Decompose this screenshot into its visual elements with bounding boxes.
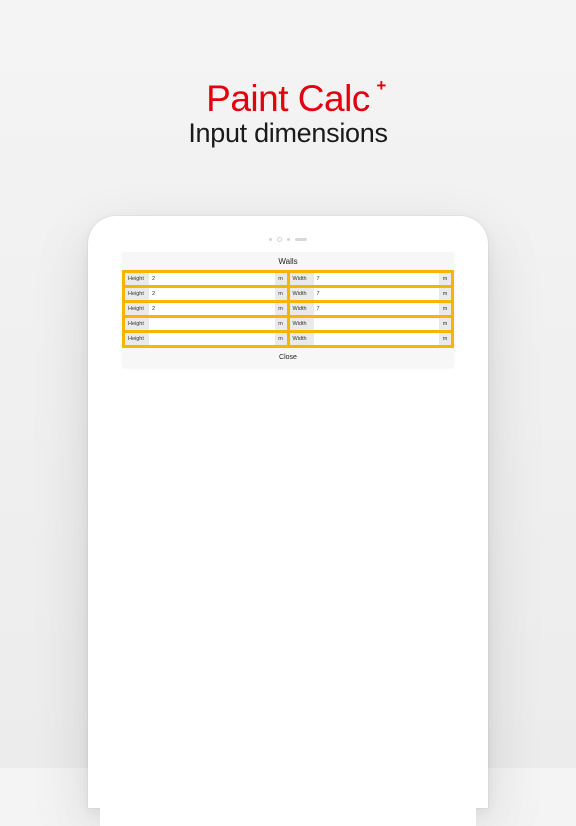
camera-cluster — [100, 234, 476, 244]
tablet-screen: Walls Height 2 m Width 7 m — [100, 252, 476, 826]
wall-row: Height 2 m Width 7 m — [125, 303, 451, 315]
width-unit[interactable]: m — [439, 273, 451, 285]
width-group: Width m — [290, 333, 452, 345]
height-input[interactable] — [149, 333, 275, 345]
plus-icon: + — [376, 76, 385, 96]
width-label: Width — [290, 303, 314, 315]
width-input[interactable]: 7 — [314, 303, 440, 315]
camera-ring-icon — [277, 237, 282, 242]
width-input[interactable]: 7 — [314, 273, 440, 285]
height-group: Height 2 m — [125, 288, 287, 300]
width-input[interactable] — [314, 333, 440, 345]
width-group: Width 7 m — [290, 288, 452, 300]
wall-row: Height m Width m — [125, 318, 451, 330]
height-unit[interactable]: m — [275, 288, 287, 300]
walls-card: Walls Height 2 m Width 7 m — [122, 252, 454, 367]
height-label: Height — [125, 318, 149, 330]
width-input[interactable] — [314, 318, 440, 330]
width-group: Width 7 m — [290, 273, 452, 285]
width-label: Width — [290, 273, 314, 285]
height-unit[interactable]: m — [275, 333, 287, 345]
height-input[interactable]: 2 — [149, 303, 275, 315]
app-name-text: Paint Calc — [206, 78, 370, 119]
height-group: Height 2 m — [125, 273, 287, 285]
width-label: Width — [290, 318, 314, 330]
width-group: Width m — [290, 318, 452, 330]
camera-dot-icon — [269, 238, 272, 241]
height-group: Height m — [125, 333, 287, 345]
promo-header: Paint Calc + Input dimensions — [0, 0, 576, 149]
width-label: Width — [290, 333, 314, 345]
wall-row: Height 2 m Width 7 m — [125, 273, 451, 285]
walls-rows: Height 2 m Width 7 m Height 2 m — [122, 270, 454, 348]
width-input[interactable]: 7 — [314, 288, 440, 300]
width-unit[interactable]: m — [439, 333, 451, 345]
height-unit[interactable]: m — [275, 273, 287, 285]
height-group: Height m — [125, 318, 287, 330]
tablet-frame: Walls Height 2 m Width 7 m — [88, 216, 488, 808]
width-label: Width — [290, 288, 314, 300]
width-unit[interactable]: m — [439, 318, 451, 330]
wall-row: Height m Width m — [125, 333, 451, 345]
width-group: Width 7 m — [290, 303, 452, 315]
height-label: Height — [125, 273, 149, 285]
height-group: Height 2 m — [125, 303, 287, 315]
height-unit[interactable]: m — [275, 318, 287, 330]
camera-dot-icon — [287, 238, 290, 241]
height-unit[interactable]: m — [275, 303, 287, 315]
subtitle: Input dimensions — [0, 118, 576, 149]
width-unit[interactable]: m — [439, 288, 451, 300]
walls-title: Walls — [122, 252, 454, 270]
width-unit[interactable]: m — [439, 303, 451, 315]
wall-row: Height 2 m Width 7 m — [125, 288, 451, 300]
height-label: Height — [125, 333, 149, 345]
speaker-slot-icon — [295, 238, 307, 241]
height-input[interactable] — [149, 318, 275, 330]
app-name: Paint Calc + — [206, 78, 370, 120]
height-label: Height — [125, 288, 149, 300]
height-input[interactable]: 2 — [149, 273, 275, 285]
close-button[interactable]: Close — [122, 348, 454, 367]
height-label: Height — [125, 303, 149, 315]
height-input[interactable]: 2 — [149, 288, 275, 300]
